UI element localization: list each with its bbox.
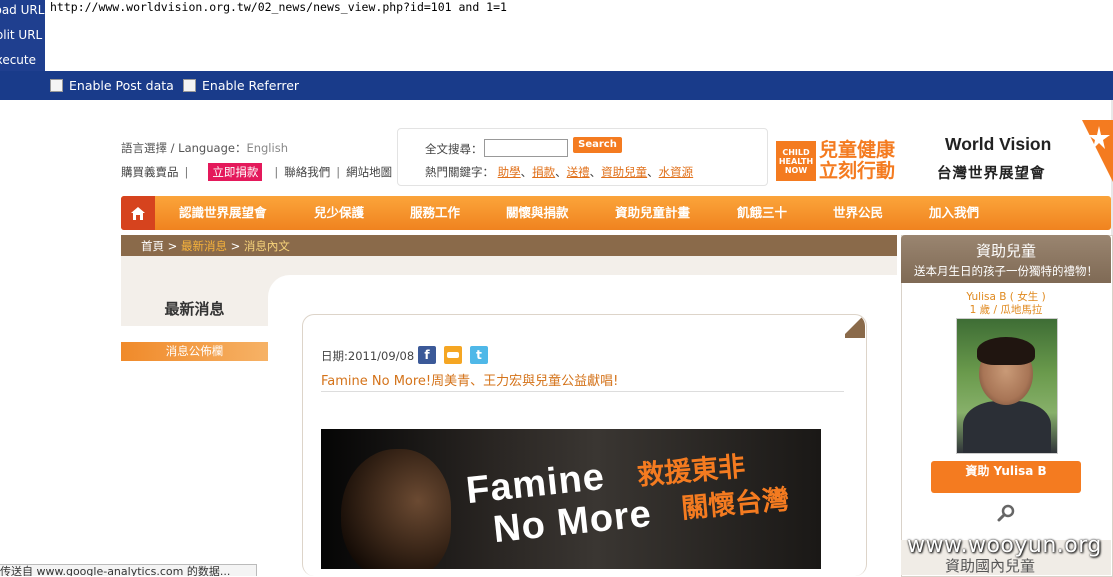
keyword-link[interactable]: 助學	[498, 165, 521, 179]
home-icon[interactable]	[121, 196, 155, 230]
enable-post-label: Enable Post data	[69, 78, 174, 93]
plurk-icon[interactable]	[444, 346, 462, 364]
child-health-text: 兒童健康 立刻行動	[816, 140, 895, 182]
nav-donate[interactable]: 關懷與捐款	[506, 196, 569, 230]
breadcrumb-separator: >	[167, 239, 178, 253]
nav-services[interactable]: 服務工作	[410, 196, 460, 230]
breadcrumb-separator: >	[230, 239, 241, 253]
header-links: 購買義賣品 | 立即捐款 | 聯絡我們 | 網站地圖	[121, 163, 392, 181]
child-health-line1: 兒童健康	[819, 139, 896, 161]
breadcrumb: 首頁 > 最新消息 > 消息內文	[141, 238, 290, 254]
sidebar-title: 最新消息	[164, 300, 225, 318]
child-photo-hair	[977, 337, 1035, 365]
split-url-button[interactable]: Split URL	[0, 25, 42, 50]
enable-referrer-checkbox[interactable]	[183, 79, 196, 92]
twitter-icon[interactable]: t	[470, 346, 488, 364]
shop-link[interactable]: 購買義賣品	[121, 164, 179, 180]
hackbar-url-field[interactable]: http://www.worldvision.org.tw/02_news/ne…	[45, 0, 1113, 71]
nav-sponsor-program[interactable]: 資助兒童計畫	[615, 196, 690, 230]
sidebar-item-news-board[interactable]: 消息公佈欄	[121, 342, 268, 361]
nav-child-protection[interactable]: 兒少保護	[314, 196, 364, 230]
sponsor-child-photo[interactable]	[956, 318, 1058, 454]
wooyun-watermark: www.wooyun.org	[907, 533, 1102, 558]
nav-join-us[interactable]: 加入我們	[929, 196, 979, 230]
language-english-link[interactable]: English	[246, 141, 288, 155]
magnifier-icon[interactable]	[996, 503, 1016, 523]
child-photo-body	[963, 401, 1051, 453]
sponsor-child-age: 1 歲 / 瓜地馬拉	[969, 304, 1043, 316]
facebook-icon[interactable]: f	[418, 346, 436, 364]
sponsor-title: 資助兒童	[975, 242, 1036, 260]
keyword-link[interactable]: 捐款	[532, 165, 555, 179]
child-health-line2: 立刻行動	[819, 160, 896, 182]
status-bar: 传送自 www.google-analytics.com 的数据...	[0, 564, 257, 576]
keyword-link[interactable]: 送禮	[567, 165, 590, 179]
enable-referrer-label: Enable Referrer	[202, 78, 300, 93]
load-url-button[interactable]: Load URL	[0, 0, 44, 25]
famine-banner-image: Famine No More 救援東非 關懷台灣	[321, 429, 821, 569]
keyword-link[interactable]: 資助兒童	[601, 165, 647, 179]
nav-famine-30[interactable]: 飢餓三十	[737, 196, 787, 230]
language-selector: 語言選擇 / Language：English	[121, 140, 288, 156]
sidebar	[121, 326, 269, 575]
keyword-link[interactable]: 水資源	[659, 165, 694, 179]
breadcrumb-news[interactable]: 最新消息	[181, 239, 227, 253]
breadcrumb-home[interactable]: 首頁	[141, 239, 164, 253]
enable-referrer-option[interactable]: Enable Referrer	[183, 78, 299, 93]
sponsor-subtitle: 送本月生日的孩子一份獨特的禮物！	[914, 264, 1098, 278]
child-health-now-logo[interactable]: CHILD HEALTH NOW 兒童健康 立刻行動	[776, 140, 895, 182]
nav-global-citizen[interactable]: 世界公民	[833, 196, 883, 230]
nav-about[interactable]: 認識世界展望會	[179, 196, 267, 230]
search-label: 全文搜尋：	[425, 142, 483, 156]
article-corner-decoration	[845, 314, 865, 338]
sponsor-domestic-link[interactable]: 資助國內兒童	[945, 555, 1035, 576]
execute-button[interactable]: Execute	[0, 50, 36, 71]
search-button[interactable]: Search >	[573, 137, 622, 166]
enable-post-checkbox[interactable]	[50, 79, 63, 92]
article-title: Famine No More!周美青、王力宏與兒童公益獻唱!	[321, 374, 619, 389]
divider: |	[184, 165, 189, 179]
divider: |	[336, 165, 341, 179]
sitemap-link[interactable]: 網站地圖	[346, 164, 392, 180]
sponsor-child-button[interactable]: 資助 Yulisa B	[931, 461, 1081, 493]
hackbar-url-text: http://www.worldvision.org.tw/02_news/ne…	[50, 0, 507, 14]
language-label: 語言選擇 / Language：	[121, 141, 247, 155]
banner-child-photo	[341, 449, 451, 569]
donate-now-button[interactable]: 立即捐款	[208, 163, 263, 181]
search-input[interactable]	[484, 139, 568, 157]
divider: |	[274, 165, 279, 179]
divider	[321, 391, 844, 392]
hot-keywords-label: 熱門關鍵字：	[425, 165, 494, 179]
contact-link[interactable]: 聯絡我們	[284, 164, 330, 180]
article-date: 日期:2011/09/08	[321, 349, 415, 363]
enable-post-option[interactable]: Enable Post data	[50, 78, 174, 93]
child-health-now-badge: CHILD HEALTH NOW	[776, 141, 816, 181]
hot-keywords: 熱門關鍵字： 助學、捐款、送禮、資助兒童、水資源	[425, 165, 694, 179]
world-vision-logo-text[interactable]: World Vision	[945, 134, 1051, 155]
world-vision-logo-chinese: 台灣世界展望會	[937, 166, 1046, 182]
banner-text: 關懷台灣	[680, 484, 791, 525]
hackbar-left-panel: Load URL Split URL Execute	[0, 0, 45, 71]
breadcrumb-current: 消息內文	[243, 239, 290, 253]
